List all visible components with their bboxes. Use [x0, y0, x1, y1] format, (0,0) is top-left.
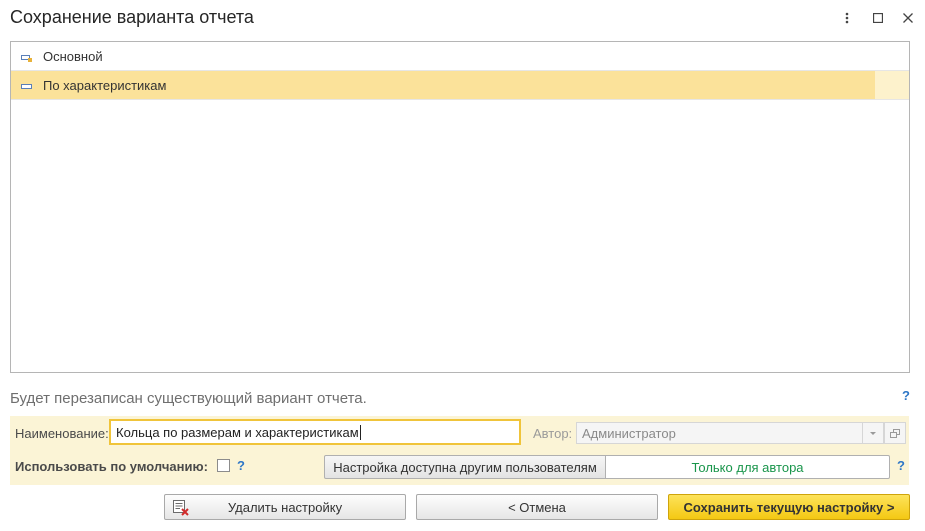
selection-tail — [875, 71, 909, 99]
list-item-osnovnoy[interactable]: Основной — [11, 42, 909, 70]
author-dropdown-button[interactable] — [862, 422, 884, 444]
save-current-setting-button[interactable]: Сохранить текущую настройку > — [668, 494, 910, 520]
use-default-checkbox[interactable] — [217, 459, 230, 472]
delete-setting-icon — [172, 499, 190, 519]
help-link[interactable]: ? — [902, 388, 910, 403]
report-variant-icon — [21, 51, 33, 62]
close-icon[interactable] — [900, 10, 916, 26]
default-label: Использовать по умолчанию: — [15, 459, 208, 474]
open-window-icon — [890, 428, 900, 438]
list-item-label: Основной — [43, 48, 103, 64]
help-link-default[interactable]: ? — [237, 458, 245, 473]
name-field[interactable]: Кольца по размерам и характеристикам — [109, 419, 521, 445]
divider — [11, 99, 909, 100]
author-open-button[interactable] — [884, 422, 906, 444]
variants-list[interactable]: Основной По характеристикам — [10, 41, 910, 373]
dialog-title: Сохранение варианта отчета — [10, 7, 254, 27]
report-variant-icon — [21, 80, 33, 90]
list-item-label: По характеристикам — [43, 77, 167, 93]
delete-setting-label: Удалить настройку — [227, 499, 343, 515]
cancel-button[interactable]: < Отмена — [416, 494, 658, 520]
delete-setting-button[interactable]: Удалить настройку — [164, 494, 406, 520]
name-label: Наименование: — [15, 426, 109, 441]
help-link-availability[interactable]: ? — [897, 458, 905, 473]
name-value: Кольца по размерам и характеристикам — [116, 424, 359, 440]
list-item-po-harakteristikam[interactable]: По характеристикам — [11, 71, 909, 99]
author-only-toggle[interactable]: Только для автора — [605, 455, 890, 479]
more-actions-icon[interactable] — [839, 10, 855, 26]
author-field: Администратор — [576, 422, 863, 444]
author-value: Администратор — [582, 425, 676, 441]
chevron-down-icon — [870, 431, 876, 435]
overwrite-message: Будет перезаписан существующий вариант о… — [10, 390, 367, 407]
available-to-others-toggle[interactable]: Настройка доступна другим пользователям — [324, 455, 606, 479]
maximize-icon[interactable] — [870, 10, 886, 26]
text-caret — [359, 424, 361, 440]
author-label: Автор: — [533, 426, 573, 441]
